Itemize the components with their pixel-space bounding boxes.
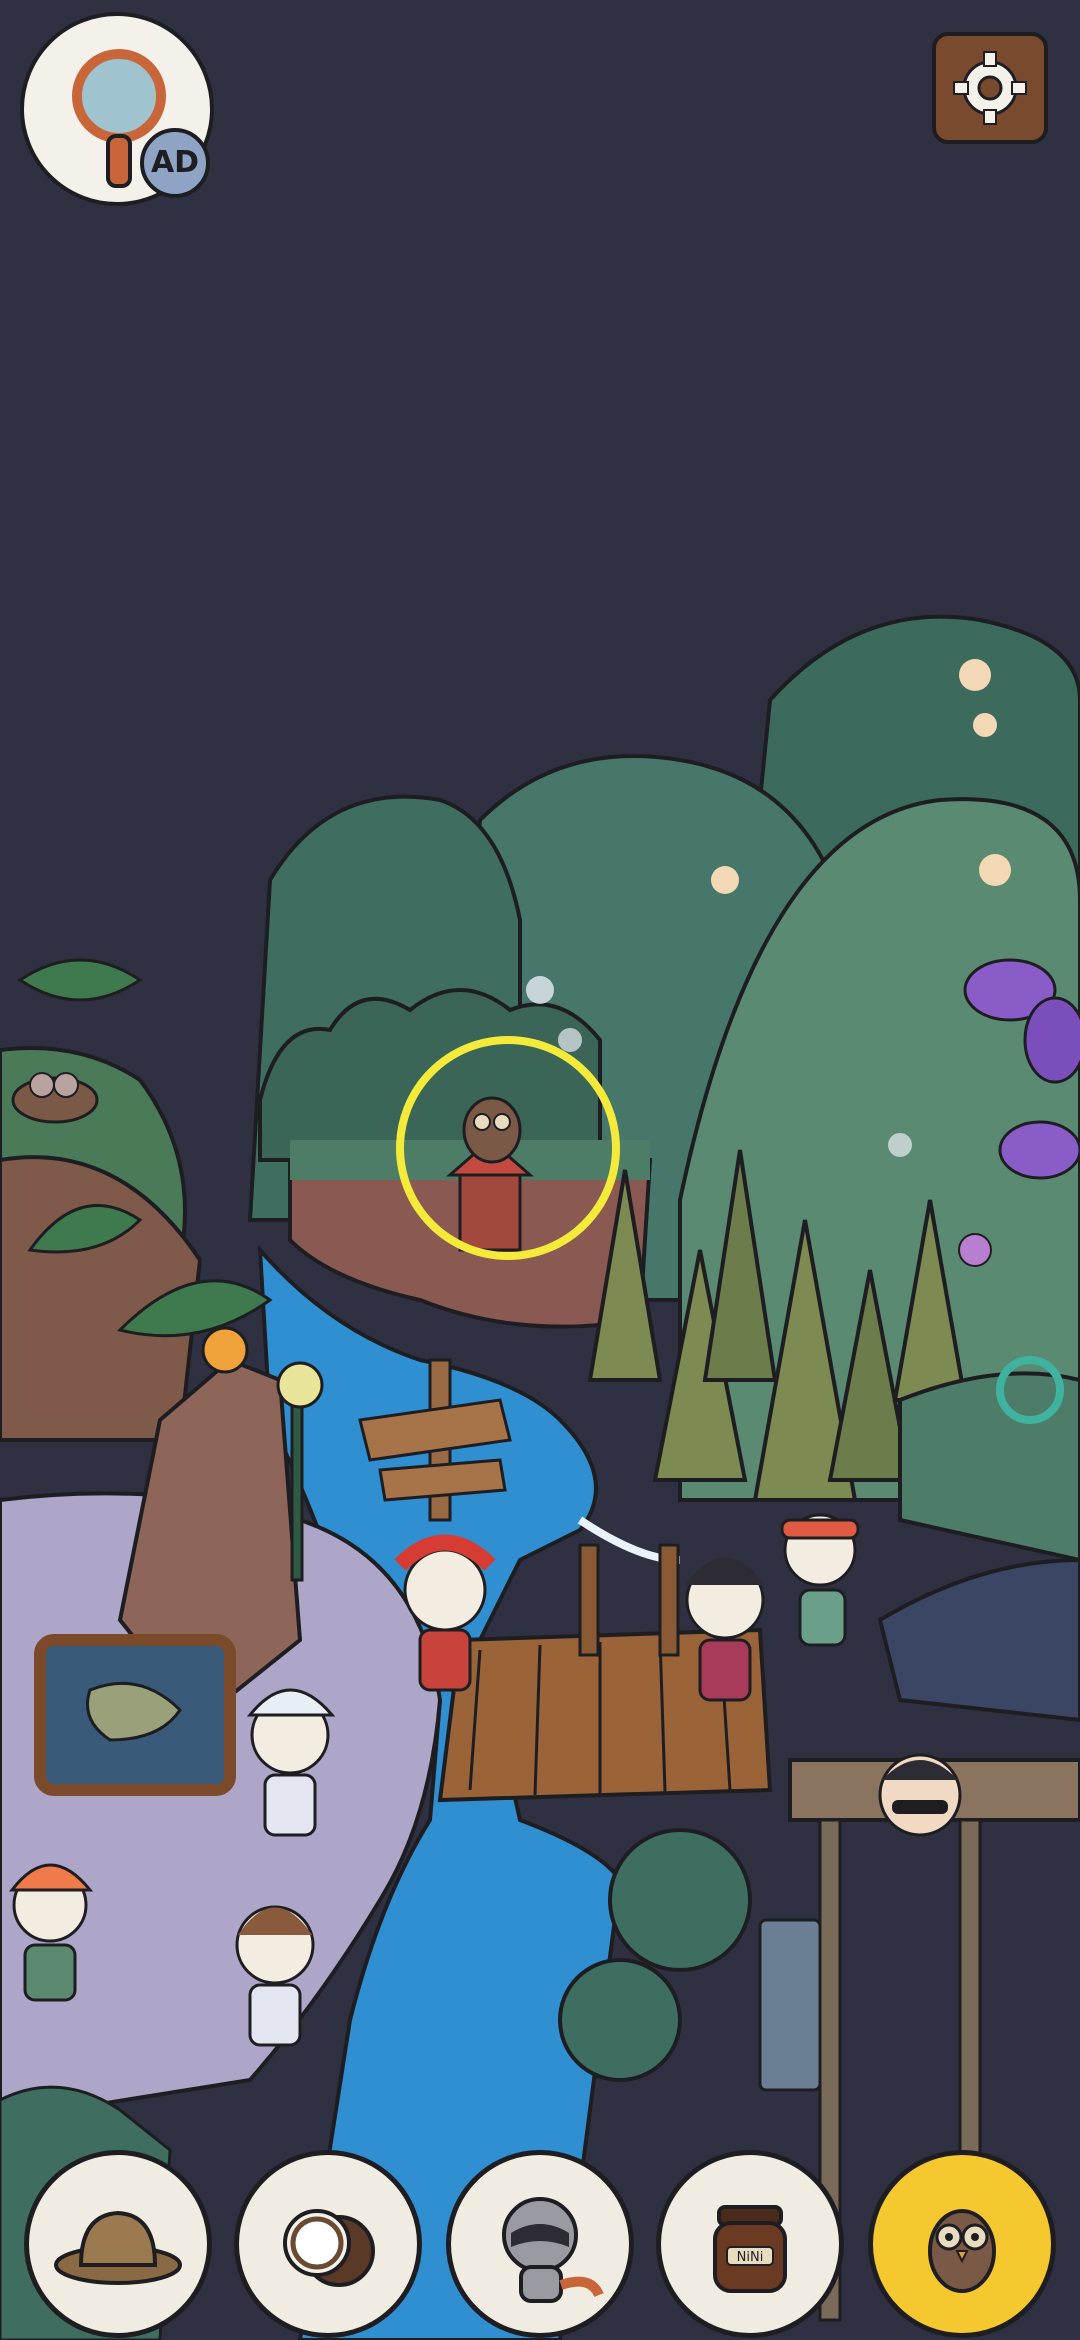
tray-slot-owl[interactable] — [868, 2150, 1056, 2338]
safari-hat-icon — [54, 2210, 182, 2285]
ad-badge: AD — [140, 128, 210, 198]
tray-slot-raccoon[interactable] — [446, 2150, 634, 2338]
raccoon-icon — [502, 2197, 604, 2303]
settings-button[interactable] — [932, 32, 1048, 144]
game-scene[interactable] — [0, 0, 1080, 2340]
tray-slot-coconut[interactable] — [234, 2150, 422, 2338]
jar-icon: NiNi — [713, 2205, 787, 2293]
tray-slot-honey-jar[interactable]: NiNi — [656, 2150, 844, 2338]
tray-slot-safari-hat[interactable] — [24, 2150, 212, 2338]
gear-icon — [953, 51, 1027, 125]
coconut-icon — [283, 2209, 375, 2287]
jar-label: NiNi — [737, 2250, 764, 2265]
owl-icon — [928, 2209, 996, 2293]
